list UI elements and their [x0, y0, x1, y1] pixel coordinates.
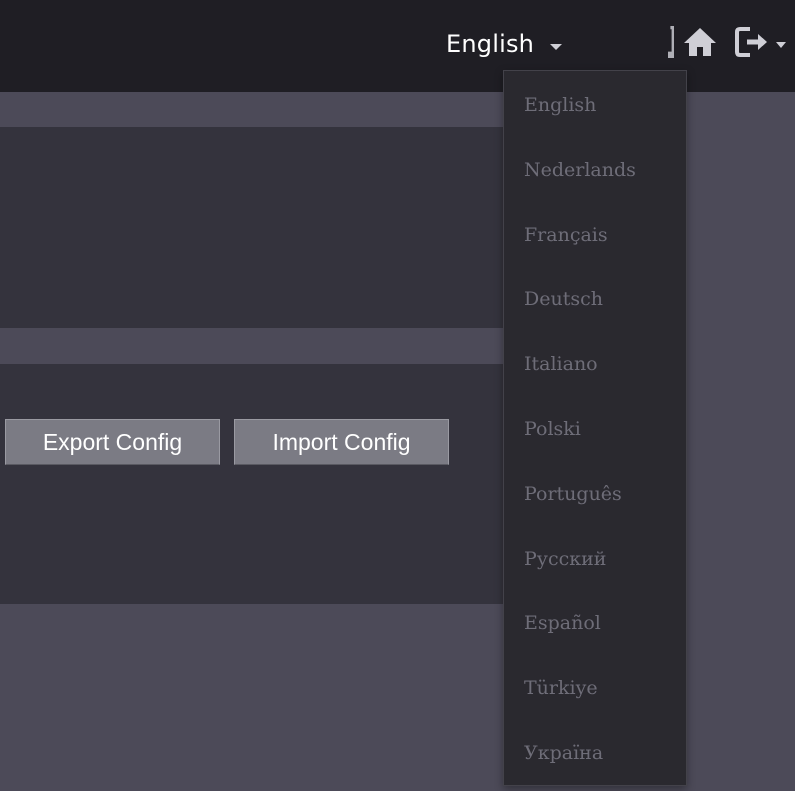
language-option-turkiye[interactable]: Türkiye — [524, 668, 684, 708]
language-option-portugues[interactable]: Português — [524, 474, 684, 514]
language-option-nederlands[interactable]: Nederlands — [524, 150, 684, 190]
export-config-button[interactable]: Export Config — [5, 419, 220, 465]
language-option-espanol[interactable]: Español — [524, 603, 684, 643]
logout-chevron-icon — [776, 42, 786, 48]
import-config-button[interactable]: Import Config — [234, 419, 449, 465]
app-window: English Export Config Import Config Engl… — [0, 0, 795, 791]
logout-button[interactable] — [732, 22, 772, 66]
language-dropdown-menu: English Nederlands Français Deutsch Ital… — [503, 70, 687, 786]
language-option-deutsch[interactable]: Deutsch — [524, 279, 684, 319]
language-selector-label: English — [446, 30, 535, 58]
logout-icon — [734, 25, 770, 63]
config-panel — [0, 364, 503, 604]
language-option-ukraine[interactable]: Україна — [524, 733, 684, 773]
home-icon — [682, 26, 718, 62]
language-option-russian[interactable]: Русский — [524, 539, 684, 579]
language-selector[interactable]: English — [446, 22, 563, 66]
language-option-francais[interactable]: Français — [524, 215, 684, 255]
language-option-italiano[interactable]: Italiano — [524, 344, 684, 384]
chevron-down-icon — [550, 44, 563, 50]
settings-panel-top — [0, 127, 503, 328]
language-option-polski[interactable]: Polski — [524, 409, 684, 449]
home-button[interactable] — [680, 22, 720, 66]
partial-icon — [668, 26, 674, 58]
language-option-english[interactable]: English — [524, 85, 684, 125]
